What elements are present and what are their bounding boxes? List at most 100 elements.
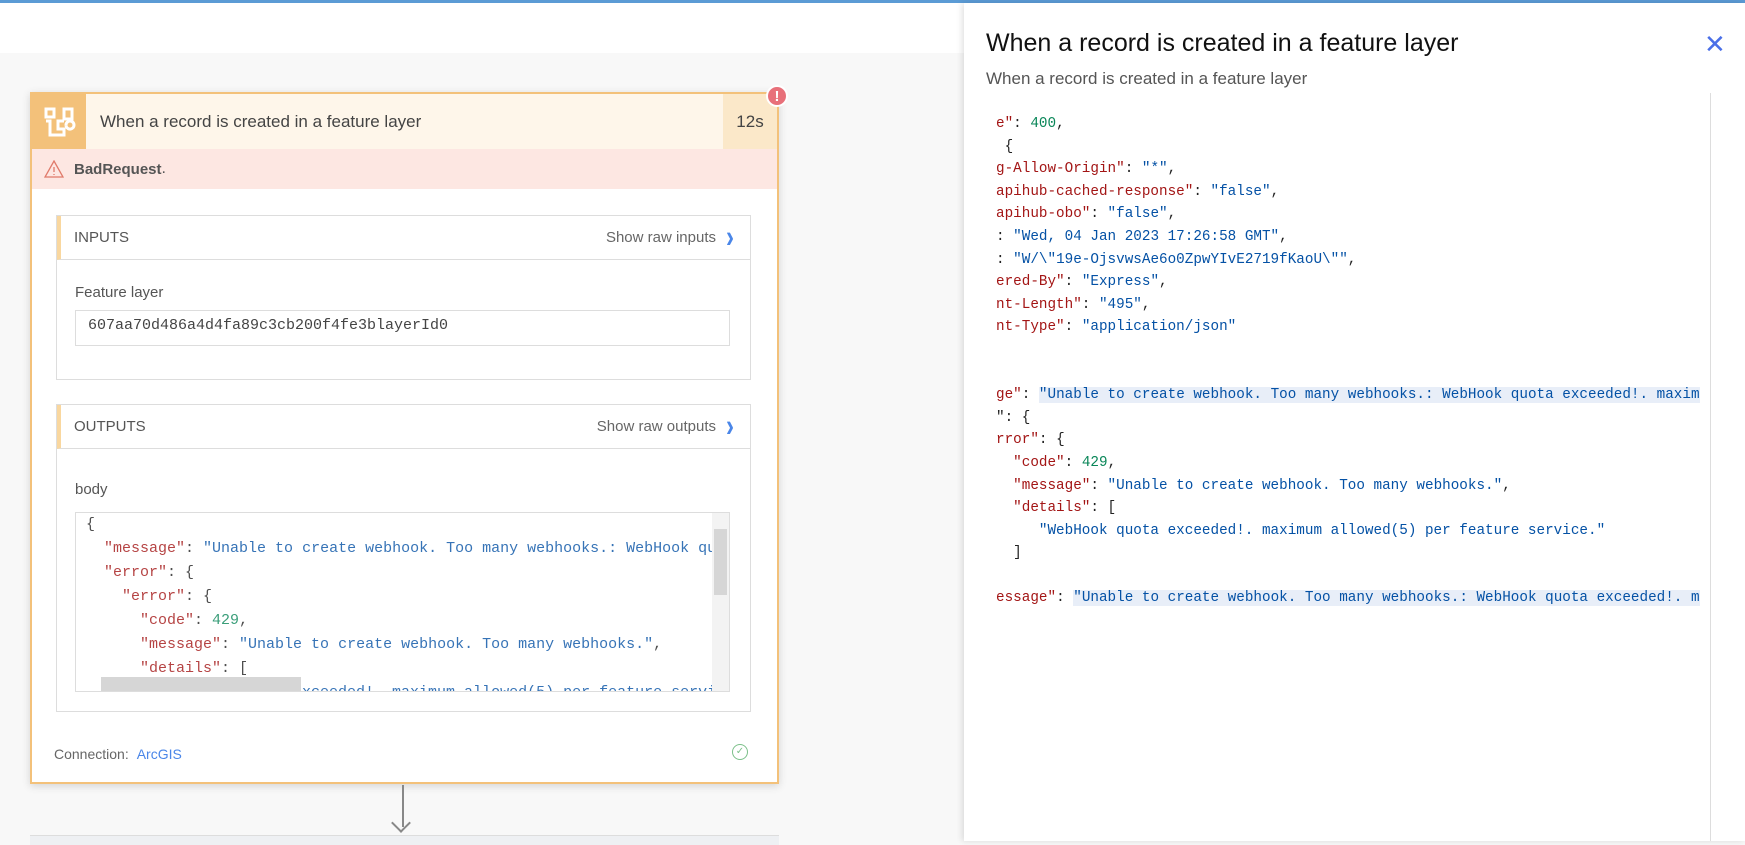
code-token: :: [1124, 161, 1142, 178]
code-token: : [: [1090, 500, 1117, 517]
code-token: essage": [996, 590, 1057, 607]
error-badge-icon: !: [766, 85, 788, 107]
code-line: "WebHook quota exceeded!. maximum allowe…: [996, 520, 1710, 543]
code-token: ,: [1056, 116, 1065, 132]
code-token: :: [221, 636, 240, 653]
code-token: nt-Type": [996, 319, 1065, 336]
code-line: ]: [996, 542, 1710, 565]
code-token: :: [1013, 116, 1031, 132]
code-token: :: [1090, 206, 1108, 223]
code-token: {: [996, 138, 1014, 155]
code-token: "false": [1107, 206, 1168, 223]
code-token: :: [1064, 274, 1082, 291]
inputs-title: INPUTS: [74, 229, 130, 246]
code-line: "error": {: [76, 561, 729, 585]
code-line: "details": [: [996, 497, 1710, 520]
code-token: "Express": [1081, 274, 1160, 291]
feature-layer-value: 607aa70d486a4d4fa89c3cb200f4fe3blayerId0: [75, 310, 730, 346]
panel-code-viewer[interactable]: e": 400, { g-Allow-Origin": "*", apihub-ca…: [996, 113, 1710, 833]
card-header[interactable]: When a record is created in a feature la…: [32, 94, 777, 149]
code-line: g-Allow-Origin": "*",: [996, 158, 1710, 181]
code-token: "Unable to create webhook. Too many webh…: [1073, 590, 1700, 607]
code-token: ]: [996, 545, 1022, 562]
code-token: ,: [1270, 183, 1280, 200]
code-token: ered-By": [996, 274, 1065, 291]
outputs-section: OUTPUTS Show raw outputs › body { "messag…: [56, 404, 751, 712]
code-token: "message": [996, 477, 1091, 494]
code-token: 400: [1030, 116, 1057, 132]
show-raw-outputs-label: Show raw outputs: [596, 418, 716, 435]
code-line: : "Wed, 04 Jan 2023 17:26:58 GMT",: [996, 226, 1710, 249]
code-token: :: [185, 540, 204, 557]
code-token: apihub-obo": [996, 206, 1091, 223]
code-token: "code": [86, 612, 195, 629]
trigger-card: When a record is created in a feature la…: [30, 85, 788, 784]
code-token: : [: [221, 660, 249, 677]
code-token: {: [86, 516, 96, 533]
code-token: apihub-cached-response": [996, 183, 1194, 200]
body-label: body: [75, 481, 108, 498]
panel-title: When a record is created in a feature la…: [986, 29, 1459, 57]
code-line: nt-Length": "495",: [996, 294, 1710, 317]
show-raw-inputs-link[interactable]: Show raw inputs ›: [605, 219, 734, 254]
vertical-scrollbar[interactable]: [712, 513, 729, 691]
chevron-right-icon: ›: [726, 408, 734, 444]
code-token: ,: [1159, 274, 1168, 291]
code-token: "Unable to create webhook. Too many webh…: [1107, 477, 1503, 494]
error-suffix: .: [161, 160, 166, 177]
code-line: "code": 429,: [76, 609, 729, 633]
code-line: {: [996, 136, 1710, 159]
code-token: "code": [996, 454, 1065, 471]
arrow-down-icon: [391, 813, 411, 833]
body-code-viewer[interactable]: { "message": "Unable to create webhook. …: [75, 512, 730, 692]
code-token: "application/json": [1081, 319, 1237, 336]
details-panel: When a record is created in a feature la…: [964, 3, 1745, 841]
code-token: "*": [1141, 161, 1168, 178]
code-token: 429: [212, 612, 240, 629]
connection-info: Connection: ArcGIS: [54, 746, 182, 762]
inputs-header: INPUTS Show raw inputs ›: [57, 216, 750, 260]
code-token: ,: [653, 636, 663, 653]
code-token: "details": [86, 660, 222, 677]
panel-scrollbar[interactable]: [1710, 93, 1711, 841]
code-token: "error": [86, 564, 168, 581]
code-line: ered-By": "Express",: [996, 271, 1710, 294]
code-token: : {: [185, 588, 213, 605]
code-line: "error": {: [76, 585, 729, 609]
code-token: :: [194, 612, 213, 629]
close-icon[interactable]: ✕: [1704, 29, 1726, 60]
panel-subtitle: When a record is created in a feature la…: [986, 69, 1308, 88]
check-circle-icon: ✓: [732, 744, 748, 760]
code-line: "message": "Unable to create webhook. To…: [76, 633, 729, 657]
outputs-header: OUTPUTS Show raw outputs ›: [57, 405, 750, 449]
connection-link[interactable]: ArcGIS: [137, 746, 182, 762]
code-token: :: [1090, 477, 1108, 494]
code-token: :: [996, 251, 1014, 268]
code-token: :: [1081, 296, 1099, 313]
show-raw-outputs-link[interactable]: Show raw outputs ›: [596, 408, 734, 443]
code-token: "Unable to create webhook. Too many webh…: [203, 540, 729, 557]
code-token: ,: [1347, 251, 1357, 268]
code-token: rror": [996, 432, 1039, 449]
code-token: ,: [1167, 161, 1177, 178]
chevron-right-icon: ›: [726, 219, 734, 255]
error-banner: BadRequest.: [32, 149, 777, 189]
inputs-section: INPUTS Show raw inputs › Feature layer 60…: [56, 215, 751, 380]
warning-icon: [44, 160, 64, 178]
code-token: "message": [86, 540, 186, 557]
code-token: "Unable to create webhook. Too many webh…: [239, 636, 654, 653]
code-token: ,: [1502, 477, 1511, 494]
horizontal-scrollbar[interactable]: [86, 677, 706, 691]
error-text: BadRequest: [74, 160, 162, 178]
code-token: ,: [1107, 454, 1117, 471]
show-raw-inputs-label: Show raw inputs: [605, 229, 716, 246]
next-step-card[interactable]: [30, 835, 779, 845]
code-token: "495": [1098, 296, 1142, 313]
outputs-title: OUTPUTS: [74, 418, 146, 435]
code-token: e": [996, 116, 1014, 132]
arcgis-connector-icon: [32, 94, 86, 149]
code-token: ,: [239, 612, 249, 629]
